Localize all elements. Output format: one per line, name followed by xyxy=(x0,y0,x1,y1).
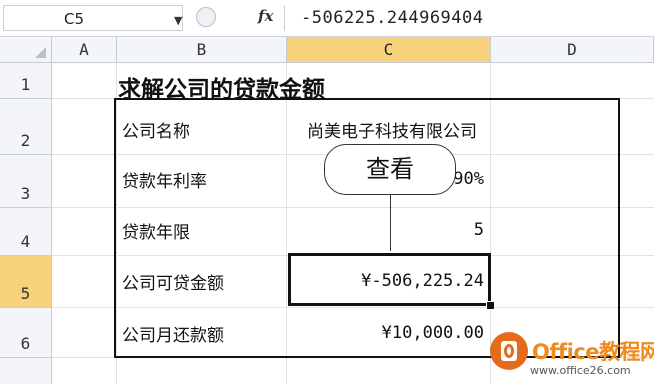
row-header-7[interactable] xyxy=(0,358,52,384)
column-header-d[interactable]: D xyxy=(491,37,654,63)
watermark-url: www.office26.com xyxy=(530,364,631,377)
monthly-payment-value: ¥10,000.00 xyxy=(381,323,484,343)
insert-function-icon[interactable]: fx xyxy=(258,7,273,25)
row-number: 6 xyxy=(20,334,31,353)
monthly-payment-label: 公司月还款额 xyxy=(122,326,224,346)
annual-rate-label: 贷款年利率 xyxy=(122,172,207,192)
column-header-a[interactable]: A xyxy=(52,37,117,63)
chevron-down-icon[interactable]: ▼ xyxy=(174,14,182,27)
active-cell-c5[interactable] xyxy=(288,253,491,306)
fill-handle[interactable] xyxy=(486,301,495,310)
row-number: 2 xyxy=(20,131,31,150)
formula-bar: C5 ▼ fx -506225.244969404 xyxy=(0,0,654,37)
watermark: Office教程网 www.office26.com xyxy=(484,326,654,384)
office-logo-icon xyxy=(490,332,528,370)
column-header-c[interactable]: C xyxy=(287,37,491,63)
name-box-value: C5 xyxy=(64,10,85,28)
watermark-brand: Office教程网 xyxy=(532,340,654,364)
callout-pointer xyxy=(390,195,391,251)
row-header-5[interactable]: 5 xyxy=(0,256,52,308)
company-name-value: 尚美电子科技有限公司 xyxy=(307,122,477,142)
formula-value: -506225.244969404 xyxy=(301,8,484,28)
row-number: 4 xyxy=(20,232,31,251)
loan-years-label: 贷款年限 xyxy=(122,223,190,243)
loan-years-value: 5 xyxy=(473,220,484,240)
row-number: 3 xyxy=(20,184,31,203)
formula-bar-resize-icon[interactable] xyxy=(196,7,216,27)
select-all-icon xyxy=(35,47,46,58)
row-header-6[interactable]: 6 xyxy=(0,308,52,358)
row-header-3[interactable]: 3 xyxy=(0,155,52,208)
loan-amount-label: 公司可贷金额 xyxy=(122,274,224,294)
formula-input[interactable]: -506225.244969404 xyxy=(284,5,652,31)
select-all-corner[interactable] xyxy=(0,37,52,63)
row-header-1[interactable]: 1 xyxy=(0,63,52,99)
column-header-b[interactable]: B xyxy=(117,37,287,63)
row-number: 5 xyxy=(20,284,31,303)
name-box[interactable]: C5 ▼ xyxy=(3,5,183,31)
row-header-4[interactable]: 4 xyxy=(0,208,52,256)
company-name-label: 公司名称 xyxy=(122,122,190,142)
row-number: 1 xyxy=(20,75,31,94)
row-header-2[interactable]: 2 xyxy=(0,99,52,155)
callout-note: 查看 xyxy=(324,144,456,195)
logo-o-shape xyxy=(504,344,514,358)
